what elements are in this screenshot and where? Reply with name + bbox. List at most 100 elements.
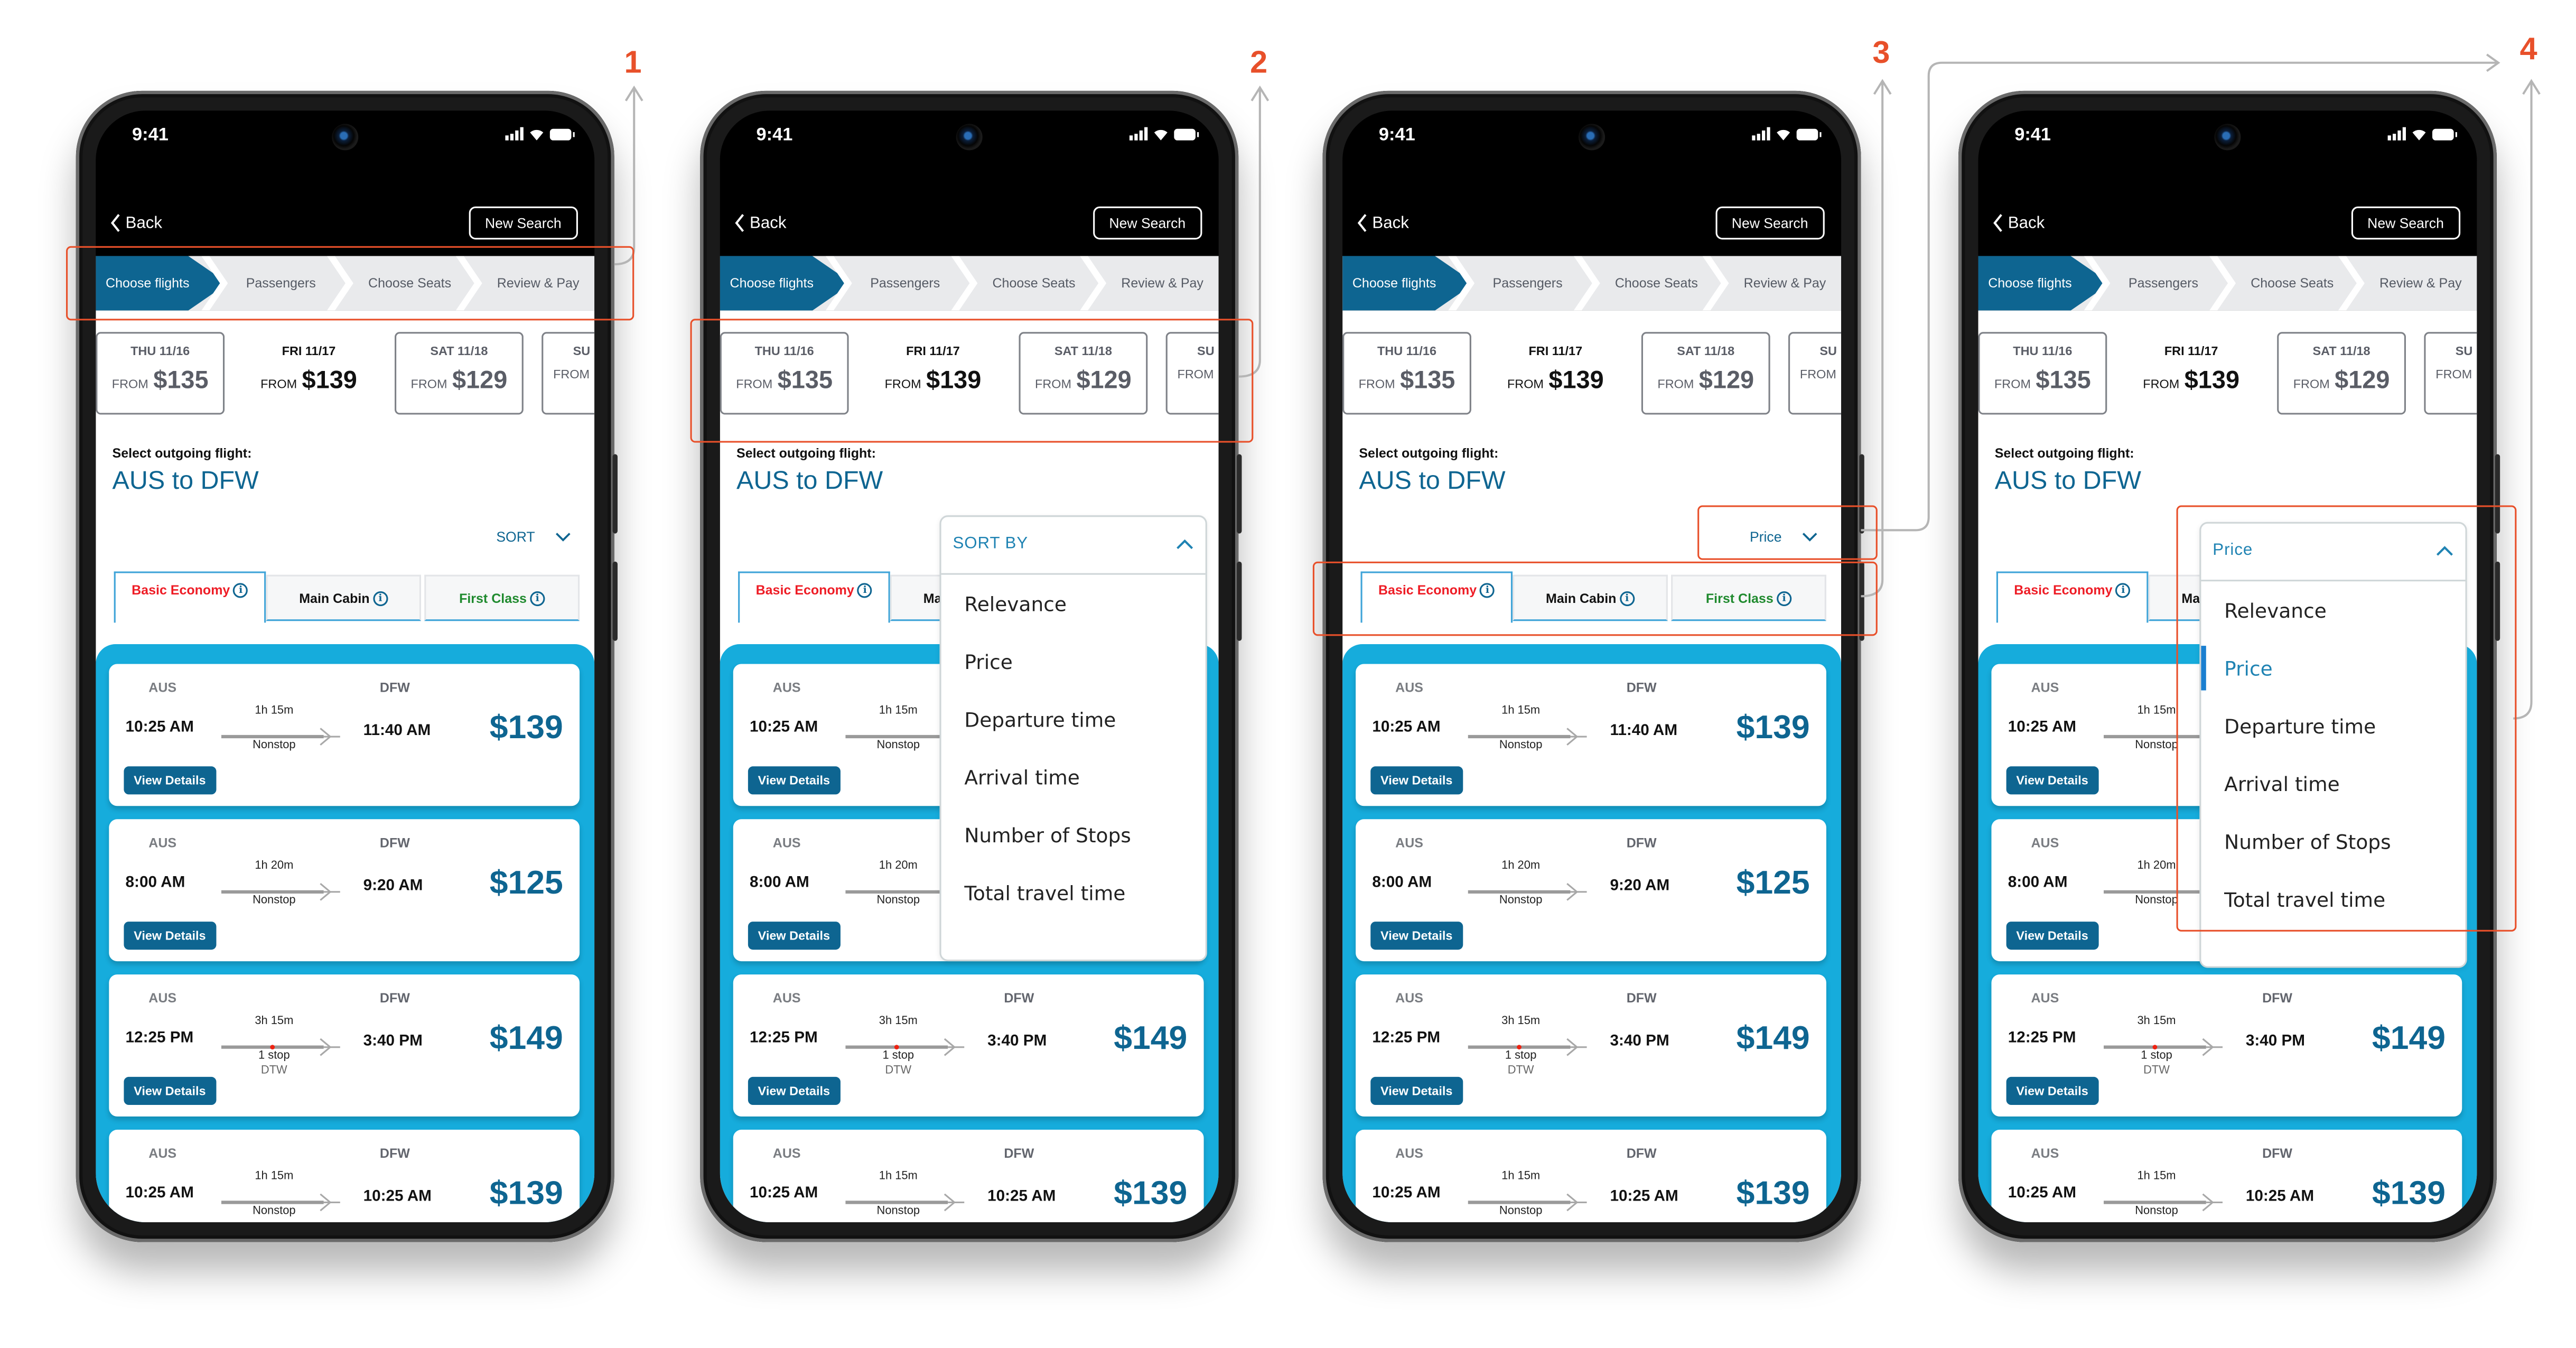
info-icon[interactable]: i — [372, 590, 388, 606]
flight-card[interactable]: AUS DFW 12:25 PM 3h 15m 1 stop DTW 3:40 … — [109, 974, 580, 1117]
flight-card[interactable]: AUS DFW 12:25 PM 3h 15m 1 stop DTW 3:40 … — [733, 974, 1204, 1117]
step-choose-flights[interactable]: Choose flights — [730, 256, 814, 310]
info-icon[interactable]: i — [530, 590, 545, 606]
back-label: Back — [750, 213, 787, 233]
sort-option[interactable]: Total travel time — [941, 864, 1206, 922]
date-card-partial[interactable]: SU FROM — [1788, 332, 1842, 415]
sort-option[interactable]: Number of Stops — [941, 806, 1206, 863]
arrival-time: 11:40 AM — [363, 721, 431, 740]
view-details-button[interactable]: View Details — [748, 922, 840, 950]
view-details-button[interactable]: View Details — [1370, 1076, 1463, 1105]
origin-code: AUS — [2031, 835, 2059, 851]
new-search-button[interactable]: New Search — [2350, 206, 2461, 240]
date-price: $129 — [2335, 366, 2390, 395]
info-icon[interactable]: i — [2115, 583, 2131, 598]
chevron-left-icon — [110, 214, 120, 232]
departure-time: 8:00 AM — [1372, 873, 1432, 892]
date-card[interactable]: SAT 11/18 FROM $129 — [1641, 332, 1770, 415]
view-details-button[interactable]: View Details — [124, 922, 216, 950]
step-passengers[interactable]: Passengers — [1493, 256, 1563, 310]
fare-price: $139 — [489, 1176, 563, 1213]
date-price: $129 — [452, 366, 508, 395]
date-price: $135 — [1400, 366, 1455, 395]
step-choose-seats[interactable]: Choose Seats — [992, 256, 1075, 310]
new-search-button[interactable]: New Search — [1715, 206, 1825, 240]
stops-label: Nonstop — [1499, 740, 1543, 752]
tab-basic-economy[interactable]: Basic Economy i — [738, 571, 890, 623]
tab-main-cabin[interactable]: Main Cabini — [266, 574, 422, 621]
step-review-pay[interactable]: Review & Pay — [1744, 256, 1826, 310]
progress-stepper: Choose flights Passengers Choose Seats R… — [1342, 256, 1842, 311]
date-card[interactable]: THU 11/16 FROM $135 — [96, 332, 225, 415]
date-card-selected[interactable]: FRI 11/17 FROM $139 — [1491, 332, 1620, 414]
fare-price: $125 — [489, 865, 563, 902]
date-card[interactable]: THU 11/16 FROM $135 — [1978, 332, 2107, 415]
back-button[interactable]: Back — [1991, 213, 2045, 233]
info-icon[interactable]: i — [857, 583, 873, 598]
step-review-pay[interactable]: Review & Pay — [2379, 256, 2462, 310]
sort-dropdown[interactable]: SORT BY Relevance Price Departure time Arriv… — [939, 515, 1207, 962]
date-card[interactable]: SAT 11/18 FROM $129 — [2277, 332, 2406, 415]
back-button[interactable]: Back — [733, 213, 787, 233]
highlight-sort-dropdown — [2176, 505, 2517, 932]
tab-basic-economy[interactable]: Basic Economy i — [1996, 571, 2149, 623]
select-flight-label: Select outgoing flight: — [736, 445, 876, 461]
sort-option[interactable]: Relevance — [941, 575, 1206, 633]
flight-card[interactable]: AUS DFW 12:25 PM 3h 15m 1 stop DTW 3:40 … — [1991, 974, 2462, 1117]
new-search-button[interactable]: New Search — [468, 206, 578, 240]
back-button[interactable]: Back — [109, 213, 162, 233]
flight-card[interactable]: AUS DFW 8:00 AM 1h 20m Nonstop 9:20 AM $… — [109, 819, 580, 962]
flight-card[interactable]: AUS DFW 10:25 AM 1h 15m Nonstop 11:40 AM… — [1356, 664, 1826, 806]
front-camera — [332, 124, 359, 151]
flight-card[interactable]: AUS DFW 10:25 AM 1h 15m Nonstop 10:25 AM… — [733, 1129, 1204, 1222]
view-details-button[interactable]: View Details — [1370, 766, 1463, 795]
flight-duration: 1h 15m — [1501, 1171, 1541, 1183]
flight-card[interactable]: AUS DFW 10:25 AM 1h 15m Nonstop 11:40 AM… — [109, 664, 580, 806]
sort-dropdown-header[interactable]: SORT BY — [941, 517, 1206, 575]
flight-card[interactable]: AUS DFW 12:25 PM 3h 15m 1 stop DTW 3:40 … — [1356, 974, 1826, 1117]
step-choose-flights[interactable]: Choose flights — [1352, 256, 1436, 310]
sort-option[interactable]: Departure time — [941, 691, 1206, 748]
layover-airport: DTW — [260, 1065, 287, 1077]
new-search-button[interactable]: New Search — [1093, 206, 1202, 240]
view-details-button[interactable]: View Details — [1370, 922, 1463, 950]
route-title: AUS to DFW — [1994, 467, 2141, 496]
sort-button[interactable]: SORT — [496, 528, 571, 545]
flight-card[interactable]: AUS DFW 10:25 AM 1h 15m Nonstop 10:25 AM… — [1356, 1129, 1826, 1222]
date-from-label: FROM — [260, 376, 297, 392]
date-card[interactable]: SAT 11/18 FROM $129 — [395, 332, 524, 415]
back-button[interactable]: Back — [1356, 213, 1409, 233]
flight-card[interactable]: AUS DFW 10:25 AM 1h 15m Nonstop 10:25 AM… — [1991, 1129, 2462, 1222]
step-choose-seats[interactable]: Choose Seats — [2251, 256, 2334, 310]
step-review-pay[interactable]: Review & Pay — [1121, 256, 1203, 310]
tab-label: Basic Economy — [2014, 583, 2113, 598]
flight-duration: 1h 15m — [879, 1171, 918, 1183]
step-passengers[interactable]: Passengers — [2129, 256, 2198, 310]
fare-price: $139 — [489, 710, 563, 747]
step-passengers[interactable]: Passengers — [870, 256, 940, 310]
view-details-button[interactable]: View Details — [2006, 922, 2098, 950]
view-details-button[interactable]: View Details — [124, 766, 216, 795]
view-details-button[interactable]: View Details — [124, 1076, 216, 1105]
departure-time: 12:25 PM — [2008, 1029, 2076, 1047]
date-card[interactable]: THU 11/16 FROM $135 — [1342, 332, 1471, 415]
flight-card[interactable]: AUS DFW 10:25 AM 1h 15m Nonstop 10:25 AM… — [109, 1129, 580, 1222]
tab-basic-economy[interactable]: Basic Economy i — [114, 571, 266, 623]
chevron-down-icon — [556, 533, 571, 542]
date-card-selected[interactable]: FRI 11/17 FROM $139 — [245, 332, 374, 414]
sort-option[interactable]: Arrival time — [941, 748, 1206, 806]
view-details-button[interactable]: View Details — [2006, 766, 2098, 795]
view-details-button[interactable]: View Details — [2006, 1076, 2098, 1105]
date-card-selected[interactable]: FRI 11/17 FROM $139 — [2127, 332, 2256, 414]
date-card-partial[interactable]: SU FROM — [542, 332, 595, 415]
flight-card[interactable]: AUS DFW 8:00 AM 1h 20m Nonstop 9:20 AM $… — [1356, 819, 1826, 962]
tab-first-class[interactable]: First Classi — [424, 574, 580, 621]
date-card-partial[interactable]: SU FROM — [2424, 332, 2477, 415]
view-details-button[interactable]: View Details — [748, 1076, 840, 1105]
destination-code: DFW — [1626, 991, 1657, 1006]
view-details-button[interactable]: View Details — [748, 766, 840, 795]
info-icon[interactable]: i — [233, 583, 248, 598]
sort-option[interactable]: Price — [941, 633, 1206, 690]
step-choose-flights[interactable]: Choose flights — [1988, 256, 2071, 310]
step-choose-seats[interactable]: Choose Seats — [1615, 256, 1698, 310]
